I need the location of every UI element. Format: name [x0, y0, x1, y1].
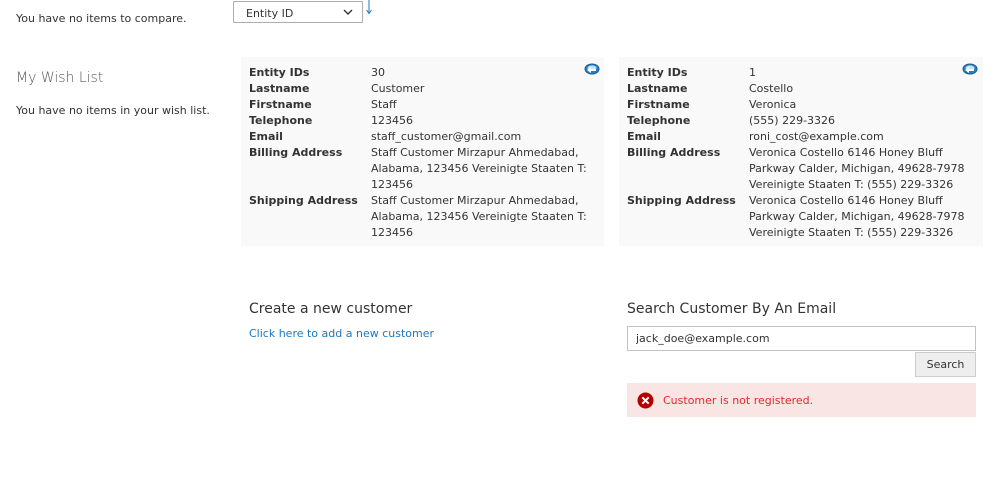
customer-field-value: Customer [371, 82, 425, 95]
customer-field-label: Entity IDs [627, 66, 688, 79]
customer-field-value-line: Parkway Calder, Michigan, 49628-7978 [749, 210, 965, 223]
compare-empty-message: You have no items to compare. [16, 12, 187, 25]
customer-field-label: Lastname [249, 82, 310, 95]
customer-field-value-line: Staff Customer Mirzapur Ahmedabad, [371, 146, 579, 159]
error-message-text: Customer is not registered. [663, 394, 814, 407]
customer-field-value-line: 123456 [371, 226, 413, 239]
customer-field-value: Staff Customer Mirzapur Ahmedabad, Alabam… [371, 193, 587, 241]
error-message-box: Customer is not registered. [627, 383, 976, 417]
customer-field-value-line: 123456 [371, 178, 413, 191]
customer-field-label: Shipping Address [627, 194, 736, 207]
customer-card: Entity IDs 1 Lastname Costello Firstname Vero… [619, 57, 983, 246]
wishlist-empty-message: You have no items in your wish list. [16, 104, 210, 117]
search-button[interactable]: Search [915, 352, 976, 377]
customer-field-label: Telephone [627, 114, 691, 127]
customer-field-value-line: Alabama, 123456 Vereinigte Staaten T: [371, 210, 587, 223]
customer-field-value: 123456 [371, 114, 413, 127]
sort-by-select[interactable]: Entity ID [233, 1, 363, 23]
customer-field-value: Staff [371, 98, 397, 111]
customer-field-label: Lastname [627, 82, 688, 95]
customer-field-label: Telephone [249, 114, 313, 127]
customer-field-value: Costello [749, 82, 794, 95]
customer-field-label: Billing Address [627, 146, 721, 159]
chevron-down-icon [343, 9, 353, 15]
customer-field-value-line: Veronica Costello 6146 Honey Bluff [749, 146, 943, 159]
sort-arrow-icon[interactable] [365, 0, 373, 15]
customer-field-label: Entity IDs [249, 66, 310, 79]
customer-field-value-line: Vereinigte Staaten T: (555) 229-3326 [749, 226, 954, 239]
customer-field-value: roni_cost@example.com [749, 130, 884, 143]
customer-field-label: Firstname [627, 98, 690, 111]
add-customer-link[interactable]: Click here to add a new customer [249, 327, 434, 340]
customer-field-label: Billing Address [249, 146, 343, 159]
customer-field-label: Email [627, 130, 661, 143]
create-customer-title: Create a new customer [249, 301, 413, 317]
customer-field-label: Shipping Address [249, 194, 358, 207]
customer-field-value-line: Staff Customer Mirzapur Ahmedabad, [371, 194, 579, 207]
edit-customer-icon[interactable] [962, 63, 978, 75]
customer-field-value: 1 [749, 66, 756, 79]
wishlist-title: My Wish List [16, 70, 104, 86]
customer-field-label: Email [249, 130, 283, 143]
customer-field-value: Staff Customer Mirzapur Ahmedabad, Alabam… [371, 145, 587, 193]
customer-field-label: Firstname [249, 98, 312, 111]
customer-field-value-line: Vereinigte Staaten T: (555) 229-3326 [749, 178, 954, 191]
search-email-input[interactable] [627, 326, 976, 351]
customer-field-value: 30 [371, 66, 385, 79]
sort-by-selected-value: Entity ID [246, 7, 294, 20]
customer-field-value: Veronica Costello 6146 Honey Bluff Parkwa… [749, 193, 965, 241]
customer-field-value-line: Veronica Costello 6146 Honey Bluff [749, 194, 943, 207]
customer-field-value: (555) 229-3326 [749, 114, 836, 127]
search-customer-title: Search Customer By An Email [627, 301, 837, 317]
customer-field-value: Veronica Costello 6146 Honey Bluff Parkwa… [749, 145, 965, 193]
customer-field-value-line: Parkway Calder, Michigan, 49628-7978 [749, 162, 965, 175]
customer-field-value: staff_customer@gmail.com [371, 130, 522, 143]
customer-field-value: Veronica [749, 98, 797, 111]
customer-field-value-line: Alabama, 123456 Vereinigte Staaten T: [371, 162, 587, 175]
error-x-icon [637, 392, 654, 409]
customer-card: Entity IDs 30 Lastname Customer Firstname Sta… [241, 57, 604, 246]
edit-customer-icon[interactable] [584, 63, 600, 75]
